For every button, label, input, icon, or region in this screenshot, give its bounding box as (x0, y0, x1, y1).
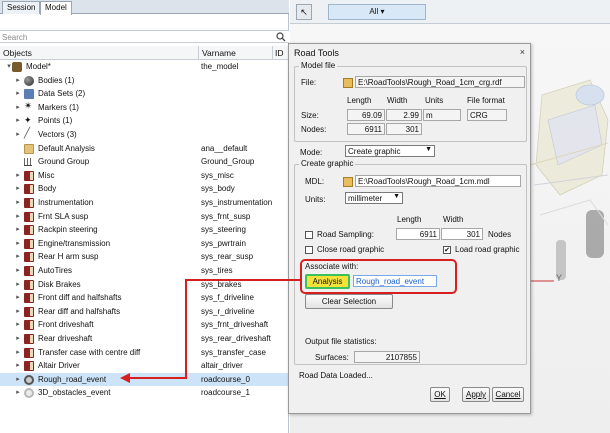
annotation-arrow (120, 279, 301, 383)
